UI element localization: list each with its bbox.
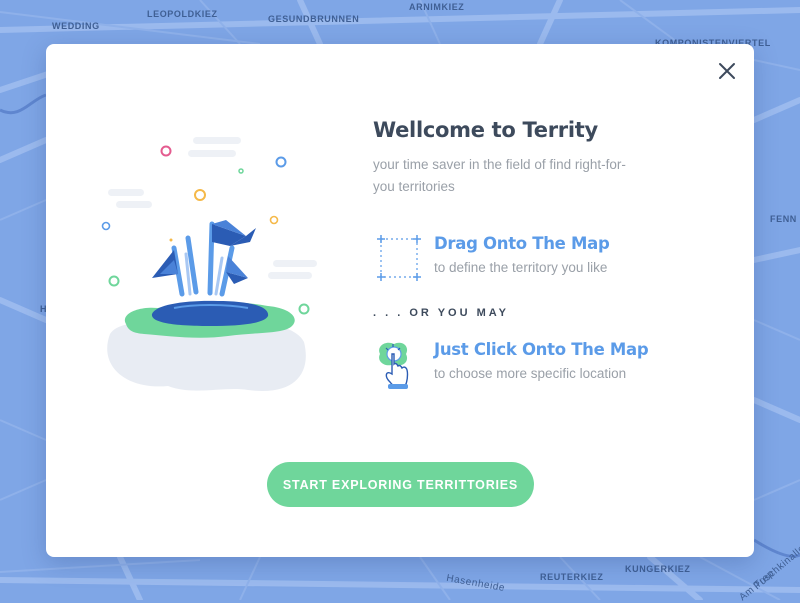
start-exploring-button[interactable]: START EXPLORING TERRITTORIES — [267, 462, 534, 507]
welcome-modal: Wellcome to Territy your time saver in t… — [46, 44, 754, 557]
option-drag-description: to define the territory you like — [434, 260, 608, 275]
modal-title: Wellcome to Territy — [373, 118, 598, 142]
option-drag-title: Drag Onto The Map — [434, 234, 610, 253]
close-icon — [719, 63, 735, 79]
map-label-fenn: FENN — [770, 214, 797, 224]
option-click-title: Just Click Onto The Map — [434, 340, 649, 359]
or-separator: . . . OR YOU MAY — [373, 307, 510, 319]
map-label-leopoldkiez: LEOPOLDKIEZ — [147, 9, 218, 19]
drag-select-icon — [377, 235, 421, 281]
close-button[interactable] — [716, 60, 738, 82]
map-label-wedding: WEDDING — [52, 21, 100, 31]
map-label-reuterkiez: REUTERKIEZ — [540, 572, 604, 582]
modal-subtitle: your time saver in the field of find rig… — [373, 157, 626, 194]
island-illustration — [101, 137, 317, 391]
map-label-arnimkiez: ARNIMKIEZ — [409, 2, 465, 12]
map-label-kungerkiez: KUNGERKIEZ — [625, 564, 691, 574]
tap-map-icon — [379, 342, 409, 389]
map-label-gesundbrunnen: GESUNDBRUNNEN — [268, 14, 360, 24]
option-click-description: to choose more specific location — [434, 366, 627, 381]
